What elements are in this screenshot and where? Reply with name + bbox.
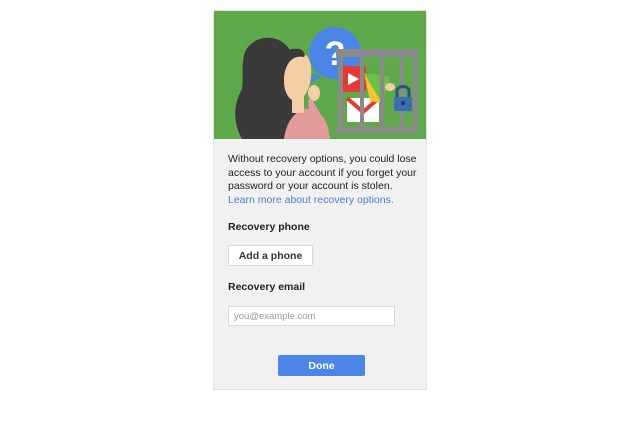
- dialog-body: Without recovery options, you could lose…: [228, 153, 420, 376]
- add-phone-button[interactable]: Add a phone: [228, 245, 313, 266]
- description: Without recovery options, you could lose…: [228, 153, 420, 207]
- recovery-phone-label: Recovery phone: [228, 221, 310, 233]
- description-text: Without recovery options, you could lose…: [228, 153, 417, 192]
- recovery-email-label: Recovery email: [228, 281, 306, 293]
- recovery-options-dialog: ? Without recovery options, you could lo…: [213, 10, 427, 390]
- recovery-illustration: ?: [214, 11, 426, 139]
- done-button[interactable]: Done: [278, 355, 365, 376]
- recovery-email-input[interactable]: [228, 306, 395, 326]
- learn-more-link[interactable]: Learn more about recovery options.: [228, 194, 394, 206]
